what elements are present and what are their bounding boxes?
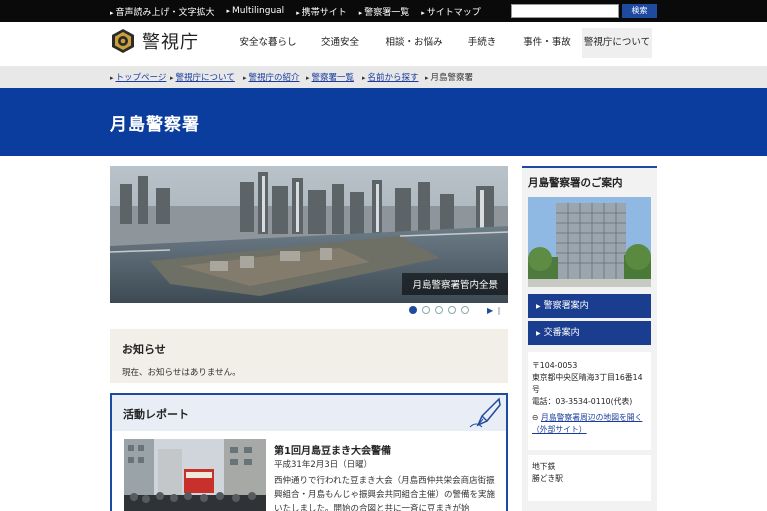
- nav-item-traffic[interactable]: 交通安全: [304, 28, 376, 58]
- activity-item-date: 平成31年2月3日（日曜）: [274, 460, 373, 470]
- station-info-button[interactable]: ▶ 警察署案内: [528, 294, 651, 318]
- logo-text: 警視庁: [142, 32, 199, 53]
- activity-photo: [124, 439, 266, 511]
- breadcrumb-item[interactable]: ▸ 名前から探す: [362, 71, 419, 83]
- breadcrumb-item[interactable]: ▸ 警察署一覧: [306, 71, 354, 83]
- breadcrumb-current: ▸ 月島警察署: [425, 73, 474, 83]
- breadcrumb-item[interactable]: ▸ 警視庁について: [170, 71, 235, 83]
- site-logo[interactable]: 警視庁: [110, 28, 199, 54]
- breadcrumb-item[interactable]: ▸ 警視庁の紹介: [243, 71, 300, 83]
- title-band: 月島警察署: [0, 88, 767, 156]
- arrow-right-icon: ▸: [243, 74, 247, 82]
- utility-links: ▸ 音声読み上げ・文字拡大 ▸ Multilingual ▸ 携帯サイト ▸ 警察署一覧…: [110, 0, 493, 22]
- slide-dot[interactable]: [409, 306, 417, 314]
- breadcrumb: ▸ トップページ ▸ 警視庁について ▸ 警視庁の紹介 ▸ 警察署一覧 ▸ 名前から探す …: [0, 66, 767, 88]
- nav-item-about[interactable]: 警視庁について: [582, 28, 652, 58]
- activity-title: 活動レポート: [123, 408, 189, 421]
- phone: 電話：03-3534-0110(代表): [532, 397, 633, 406]
- arrow-right-icon: ▸: [421, 8, 425, 17]
- activity-item-body: 西仲通りで行われた豆まき大会（月島西仲共栄会商店街振興組合・月島もんじゃ振興会共…: [274, 476, 496, 511]
- utility-link-sitemap[interactable]: ▸ サイトマップ: [421, 5, 481, 18]
- utility-link-mobile[interactable]: ▸ 携帯サイト: [296, 5, 347, 18]
- street-event-photo: [124, 439, 266, 511]
- search-input[interactable]: [511, 4, 619, 18]
- arrow-right-icon: ▸: [362, 74, 366, 82]
- play-icon[interactable]: ▶: [487, 306, 493, 315]
- station-photo: [528, 197, 651, 287]
- slide-dot[interactable]: [422, 306, 430, 314]
- nav-item-consultation[interactable]: 相談・お悩み: [376, 28, 452, 58]
- nav-item-safety[interactable]: 安全な暮らし: [232, 28, 304, 58]
- top-bar: ▸ 音声読み上げ・文字拡大 ▸ Multilingual ▸ 携帯サイト ▸ 警察署一覧…: [0, 0, 767, 22]
- slide-dot[interactable]: [461, 306, 469, 314]
- site-header: 警視庁 安全な暮らし 交通安全 相談・お悩み 手続き 事件・事故 警視庁について: [0, 22, 767, 66]
- access-box: 地下鉄 勝どき駅: [528, 455, 651, 501]
- news-section: お知らせ 現在、お知らせはありません。: [110, 329, 508, 383]
- arrow-right-icon: ▸: [226, 7, 231, 15]
- fountain-pen-icon: [469, 397, 501, 428]
- police-emblem-icon: [112, 29, 134, 53]
- sidebar-title: 月島警察署のご案内: [528, 177, 623, 189]
- slide-dot[interactable]: [435, 306, 443, 314]
- arrow-right-icon: ▶: [536, 303, 541, 310]
- arrow-right-icon: ▸: [358, 8, 363, 17]
- global-nav: 安全な暮らし 交通安全 相談・お悩み 手続き 事件・事故 警視庁について: [232, 28, 652, 58]
- station-guide-sidebar: 月島警察署のご案内 ▶ 警察署案内 ▶ 交番案内 〒104-0053 東京都中央区晴…: [522, 166, 657, 511]
- slideshow-dots: [409, 306, 474, 314]
- nav-item-incidents[interactable]: 事件・事故: [512, 28, 582, 58]
- news-body: 現在、お知らせはありません。: [122, 368, 241, 378]
- station-building-photo: [528, 197, 651, 287]
- nav-item-procedures[interactable]: 手続き: [452, 28, 512, 58]
- news-title: お知らせ: [122, 343, 166, 356]
- station-address-box: 〒104-0053 東京都中央区晴海3丁目16番14号 電話：03-3534-0…: [528, 352, 651, 450]
- postal-code: 〒104-0053: [532, 361, 578, 370]
- hero-slideshow[interactable]: 月島警察署管内全景: [110, 166, 508, 303]
- slideshow-controls: ▶ ∥: [487, 306, 501, 315]
- utility-link-multilingual[interactable]: ▸ Multilingual: [227, 6, 285, 16]
- arrow-right-icon: ▸: [306, 74, 310, 82]
- utility-link-station-list[interactable]: ▸ 警察署一覧: [359, 5, 410, 18]
- access-line: 地下鉄: [532, 462, 556, 471]
- arrow-right-icon: ▸: [110, 74, 114, 82]
- breadcrumb-item[interactable]: ▸ トップページ: [110, 71, 166, 83]
- arrow-right-icon: ▶: [536, 330, 541, 337]
- map-link[interactable]: ⊖ 月島警察署周辺の地図を開く（外部サイト）: [532, 412, 647, 436]
- access-station: 勝どき駅: [532, 474, 563, 483]
- slide-dot[interactable]: [448, 306, 456, 314]
- pause-icon[interactable]: ∥: [497, 306, 501, 315]
- arrow-right-icon: ▸: [170, 74, 174, 82]
- hero-caption: 月島警察署管内全景: [402, 273, 508, 295]
- search-button[interactable]: 検索: [622, 4, 657, 18]
- activity-header: 活動レポート: [112, 395, 506, 431]
- link-arrow-icon: ⊖: [532, 413, 539, 422]
- arrow-right-icon: ▸: [425, 74, 429, 82]
- arrow-right-icon: ▸: [296, 8, 300, 17]
- activity-report: 活動レポート 第1回月島豆まき大会警備 平成31年2月3日（日曜） 西仲通りで行…: [110, 393, 508, 511]
- koban-info-button[interactable]: ▶ 交番案内: [528, 321, 651, 345]
- address: 東京都中央区晴海3丁目16番14号: [532, 373, 643, 394]
- page-title: 月島警察署: [110, 115, 200, 135]
- activity-item-title[interactable]: 第1回月島豆まき大会警備: [274, 442, 391, 457]
- arrow-right-icon: ▸: [110, 8, 114, 17]
- utility-link-speech[interactable]: ▸ 音声読み上げ・文字拡大: [110, 5, 215, 18]
